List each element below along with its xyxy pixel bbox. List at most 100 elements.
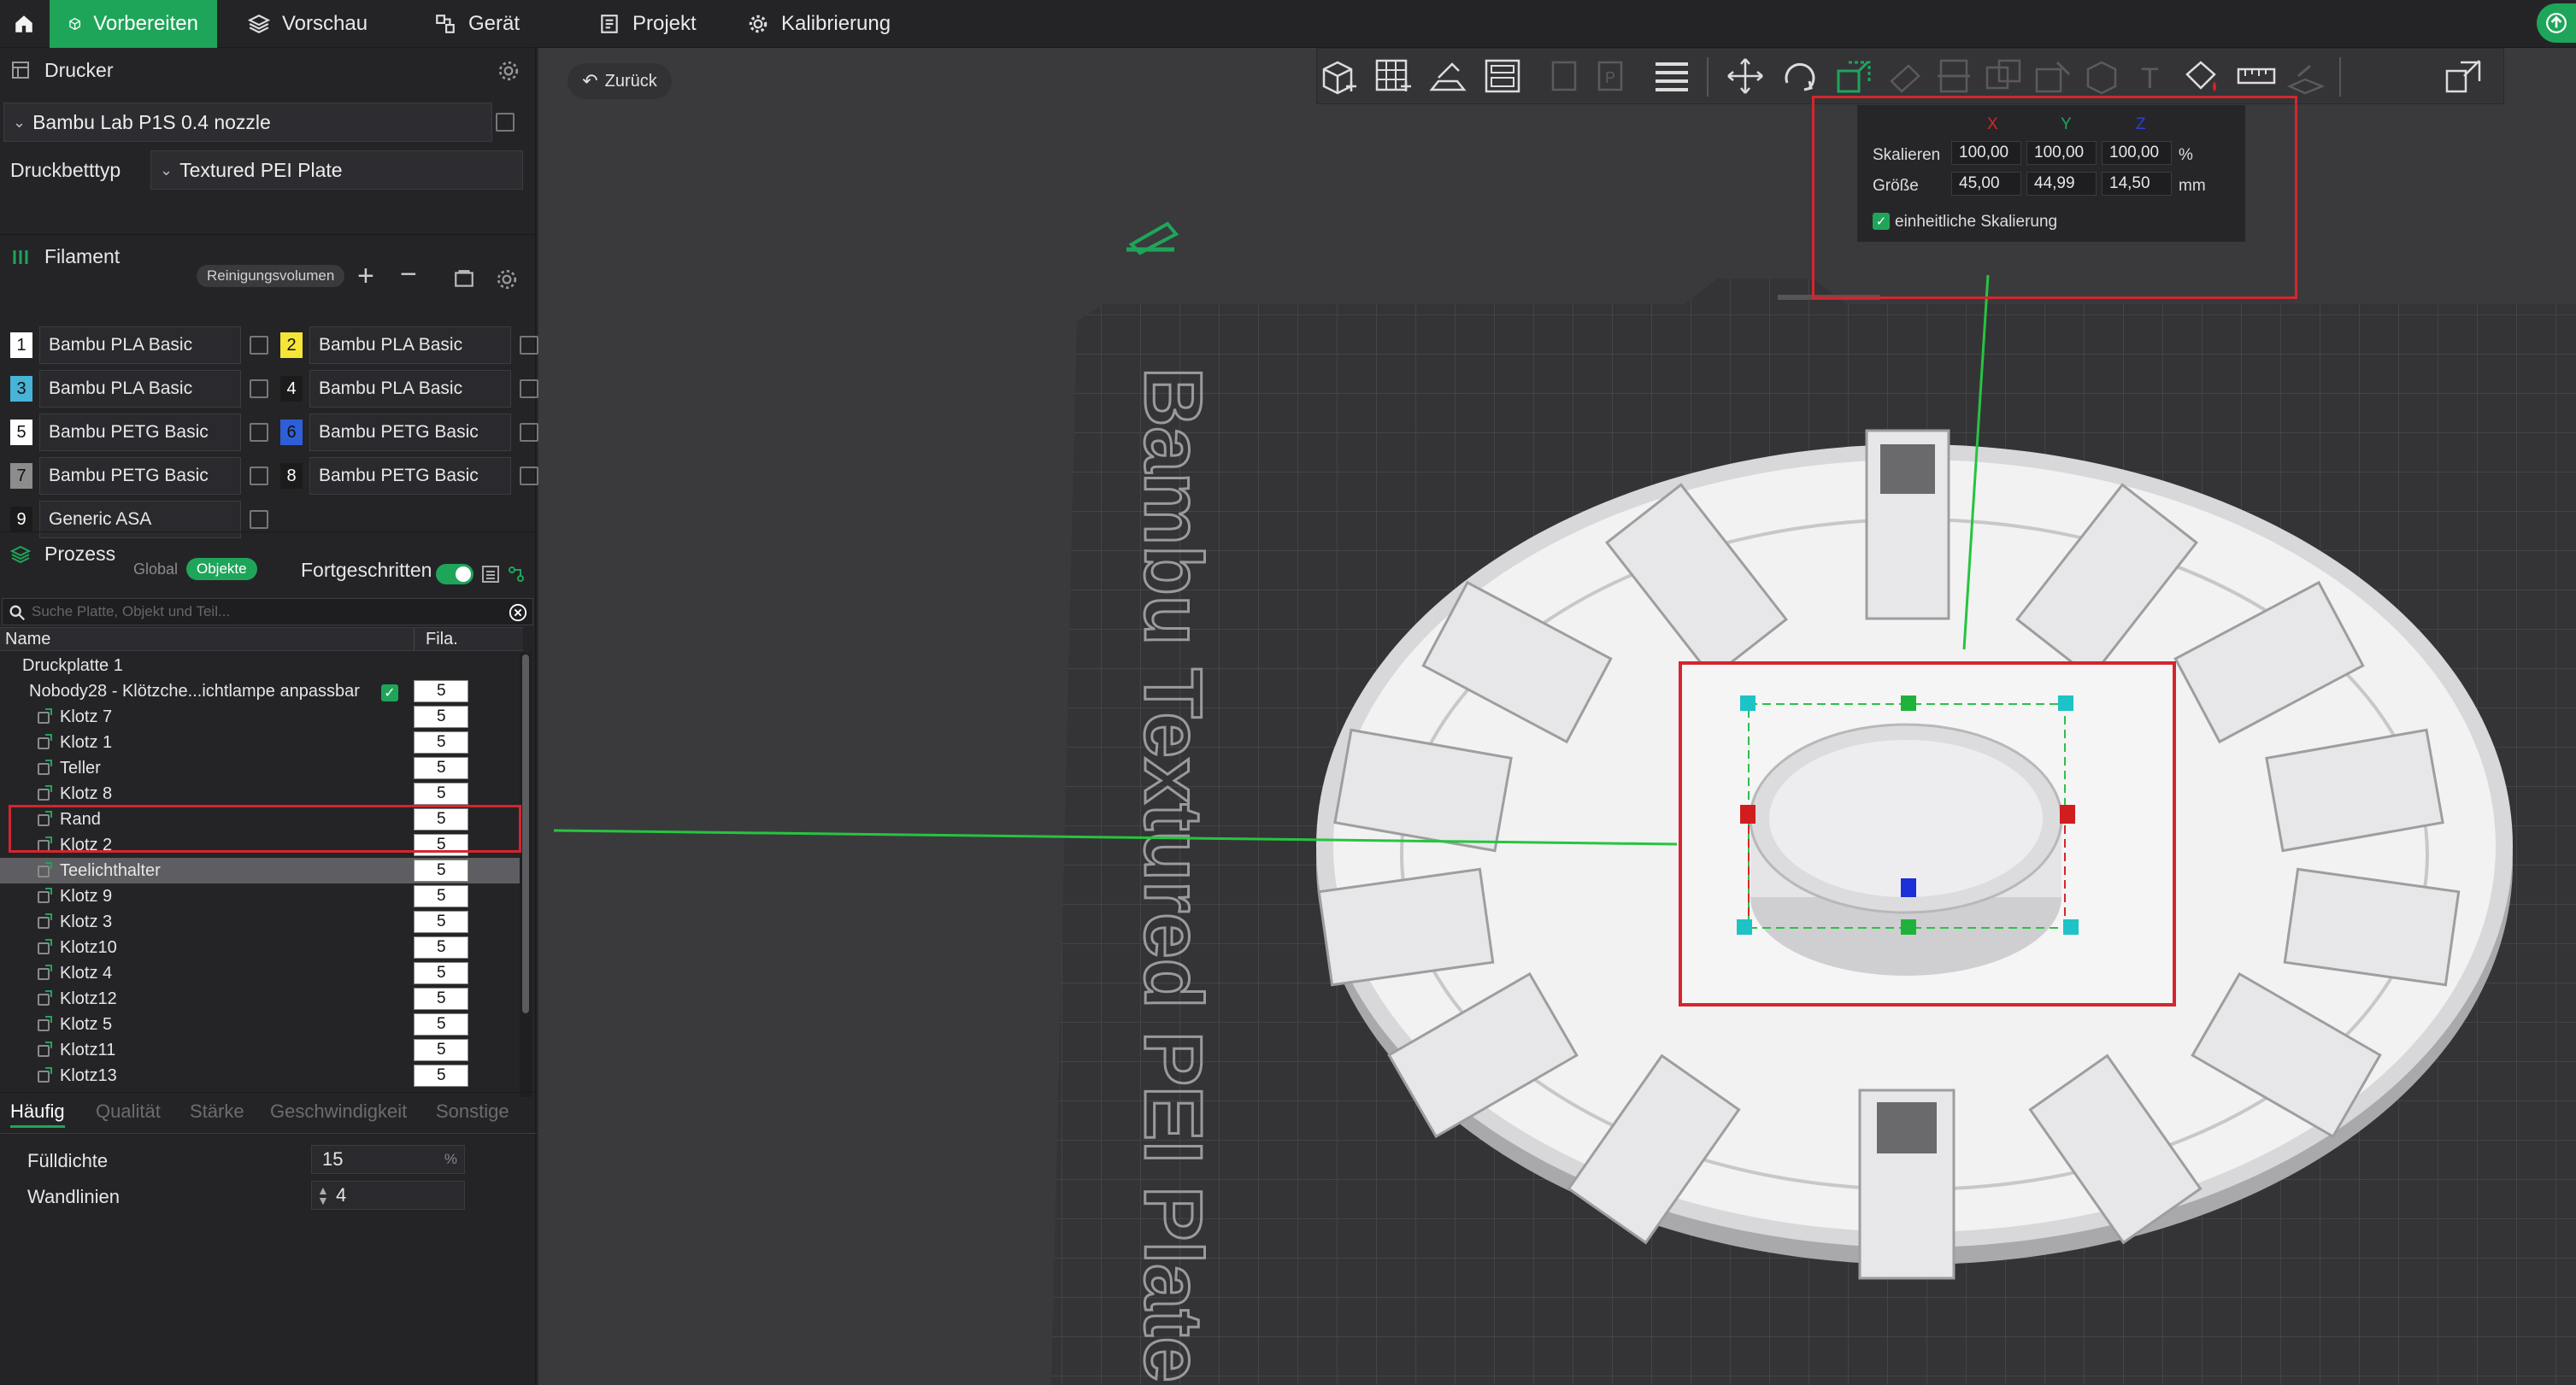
process-tab[interactable]: Häufig — [10, 1100, 65, 1128]
infill-field[interactable]: 15 % — [311, 1145, 465, 1174]
object-fila-field[interactable]: 5 — [414, 680, 468, 702]
part-row[interactable]: Teller 5 — [0, 755, 523, 781]
add-filament-icon[interactable]: + — [357, 260, 374, 293]
filament-edit-icon[interactable] — [250, 423, 268, 442]
printer-edit-icon[interactable] — [496, 113, 515, 132]
move-icon[interactable] — [1724, 56, 1767, 97]
filament-slot-number[interactable]: 3 — [10, 376, 32, 402]
auto-orient-icon[interactable] — [1426, 56, 1469, 97]
advanced-toggle[interactable] — [436, 564, 473, 584]
filament-slot-select[interactable]: Bambu PETG Basic — [39, 457, 241, 495]
part-fila-field[interactable]: 5 — [414, 911, 468, 933]
purge-volume-button[interactable]: Reinigungsvolumen — [197, 265, 345, 287]
home-button[interactable] — [0, 0, 48, 48]
filament-slot-select[interactable]: Bambu PLA Basic — [39, 370, 241, 408]
filament-slot-number[interactable]: 5 — [10, 420, 32, 445]
split-objects-icon[interactable] — [1543, 56, 1585, 97]
filament-slot-select[interactable]: Bambu PETG Basic — [309, 414, 511, 451]
part-fila-field[interactable]: 5 — [414, 988, 468, 1010]
filament-slot-select[interactable]: Bambu PLA Basic — [309, 370, 511, 408]
filament-slot-select[interactable]: Bambu PLA Basic — [39, 326, 241, 364]
remove-filament-icon[interactable]: − — [400, 258, 417, 291]
measure-icon[interactable] — [2235, 56, 2278, 97]
object-visible-checkbox[interactable]: ✓ — [381, 684, 398, 701]
filament-edit-icon[interactable] — [520, 423, 538, 442]
plate-row[interactable]: Druckplatte 1 — [0, 653, 523, 678]
upload-button[interactable] — [2537, 3, 2576, 43]
tab-preview[interactable]: Vorschau — [229, 0, 386, 48]
part-fila-field[interactable]: 5 — [414, 885, 468, 907]
gizmo-y-handle[interactable] — [1901, 919, 1916, 935]
part-fila-field[interactable]: 5 — [414, 860, 468, 882]
seam-paint-icon[interactable] — [2081, 56, 2124, 97]
filament-edit-icon[interactable] — [250, 510, 268, 529]
part-fila-field[interactable]: 5 — [414, 1013, 468, 1036]
col-name-header[interactable]: Name — [5, 630, 50, 649]
filament-edit-icon[interactable] — [250, 467, 268, 485]
layers-view-icon[interactable] — [1650, 56, 1693, 97]
object-search-input[interactable]: Suche Platte, Objekt und Teil... — [2, 598, 533, 625]
walls-stepper[interactable]: ▲ ▼ 4 — [311, 1181, 465, 1210]
gizmo-corner-handle[interactable] — [1737, 919, 1752, 935]
col-fila-header[interactable]: Fila. — [426, 630, 458, 649]
process-tab[interactable]: Stärke — [190, 1100, 244, 1123]
split-parts-icon[interactable]: P — [1589, 56, 1632, 97]
part-fila-field[interactable]: 5 — [414, 962, 468, 984]
part-fila-field[interactable]: 5 — [414, 783, 468, 805]
part-row[interactable]: Klotz 3 5 — [0, 909, 523, 935]
part-fila-field[interactable]: 5 — [414, 706, 468, 728]
part-row[interactable]: Klotz 4 5 — [0, 960, 523, 986]
part-fila-field[interactable]: 5 — [414, 1065, 468, 1087]
cut-icon[interactable] — [1932, 56, 1975, 97]
filament-slot-select[interactable]: Bambu PETG Basic — [39, 414, 241, 451]
tab-device[interactable]: Gerät — [415, 0, 538, 48]
text-tool-icon[interactable]: T — [2131, 56, 2173, 97]
support-paint-icon[interactable] — [2032, 56, 2074, 97]
gizmo-y-handle[interactable] — [1901, 695, 1916, 711]
part-row[interactable]: Klotz 9 5 — [0, 883, 523, 909]
part-row[interactable]: Teelichthalter 5 — [0, 858, 523, 883]
filament-slot-number[interactable]: 6 — [280, 420, 303, 445]
printer-select[interactable]: ⌄ Bambu Lab P1S 0.4 nozzle — [3, 103, 492, 142]
filament-slot-select[interactable]: Bambu PETG Basic — [309, 457, 511, 495]
mesh-boolean-icon[interactable] — [1982, 56, 2025, 97]
tab-prepare[interactable]: Vorbereiten — [50, 0, 217, 48]
process-tab[interactable]: Qualität — [96, 1100, 161, 1123]
arrange-icon[interactable] — [1481, 56, 1524, 97]
filament-slot-select[interactable]: Bambu PLA Basic — [309, 326, 511, 364]
add-object-icon[interactable] — [1317, 56, 1360, 97]
global-toggle-label[interactable]: Global — [133, 560, 178, 578]
filament-edit-icon[interactable] — [520, 379, 538, 398]
filament-edit-icon[interactable] — [250, 336, 268, 355]
filament-edit-icon[interactable] — [520, 336, 538, 355]
list-view-icon[interactable] — [480, 564, 501, 584]
bed-type-select[interactable]: ⌄ Textured PEI Plate — [150, 150, 523, 190]
part-row[interactable]: Klotz 7 5 — [0, 704, 523, 730]
part-row[interactable]: Klotz12 5 — [0, 986, 523, 1012]
part-row[interactable]: Klotz 5 5 — [0, 1012, 523, 1037]
part-fila-field[interactable]: 5 — [414, 757, 468, 779]
view-settings-icon[interactable] — [2442, 56, 2485, 97]
filament-edit-icon[interactable] — [250, 379, 268, 398]
part-fila-field[interactable]: 5 — [414, 936, 468, 959]
filament-sync-icon[interactable] — [453, 268, 475, 290]
filament-edit-icon[interactable] — [520, 467, 538, 485]
gizmo-corner-handle[interactable] — [1740, 695, 1756, 711]
gizmo-x-handle[interactable] — [2060, 805, 2075, 824]
back-button[interactable]: ↶ Zurück — [568, 63, 672, 99]
gizmo-x-handle[interactable] — [1740, 805, 1756, 824]
color-paint-icon[interactable] — [2180, 56, 2223, 97]
compare-icon[interactable] — [506, 564, 526, 584]
edit-plate-icon[interactable] — [1126, 221, 1179, 255]
gizmo-z-handle[interactable] — [1901, 878, 1916, 897]
gizmo-corner-handle[interactable] — [2058, 695, 2073, 711]
assembly-icon[interactable] — [2285, 56, 2327, 97]
rotate-icon[interactable] — [1779, 56, 1821, 97]
tab-calibration[interactable]: Kalibrierung — [728, 0, 909, 48]
filament-slot-number[interactable]: 4 — [280, 376, 303, 402]
part-row[interactable]: Klotz11 5 — [0, 1037, 523, 1063]
filament-settings-icon[interactable] — [496, 268, 518, 290]
objects-toggle-label[interactable]: Objekte — [186, 558, 257, 580]
add-plate-icon[interactable] — [1372, 56, 1414, 97]
filament-slot-number[interactable]: 9 — [10, 507, 32, 532]
